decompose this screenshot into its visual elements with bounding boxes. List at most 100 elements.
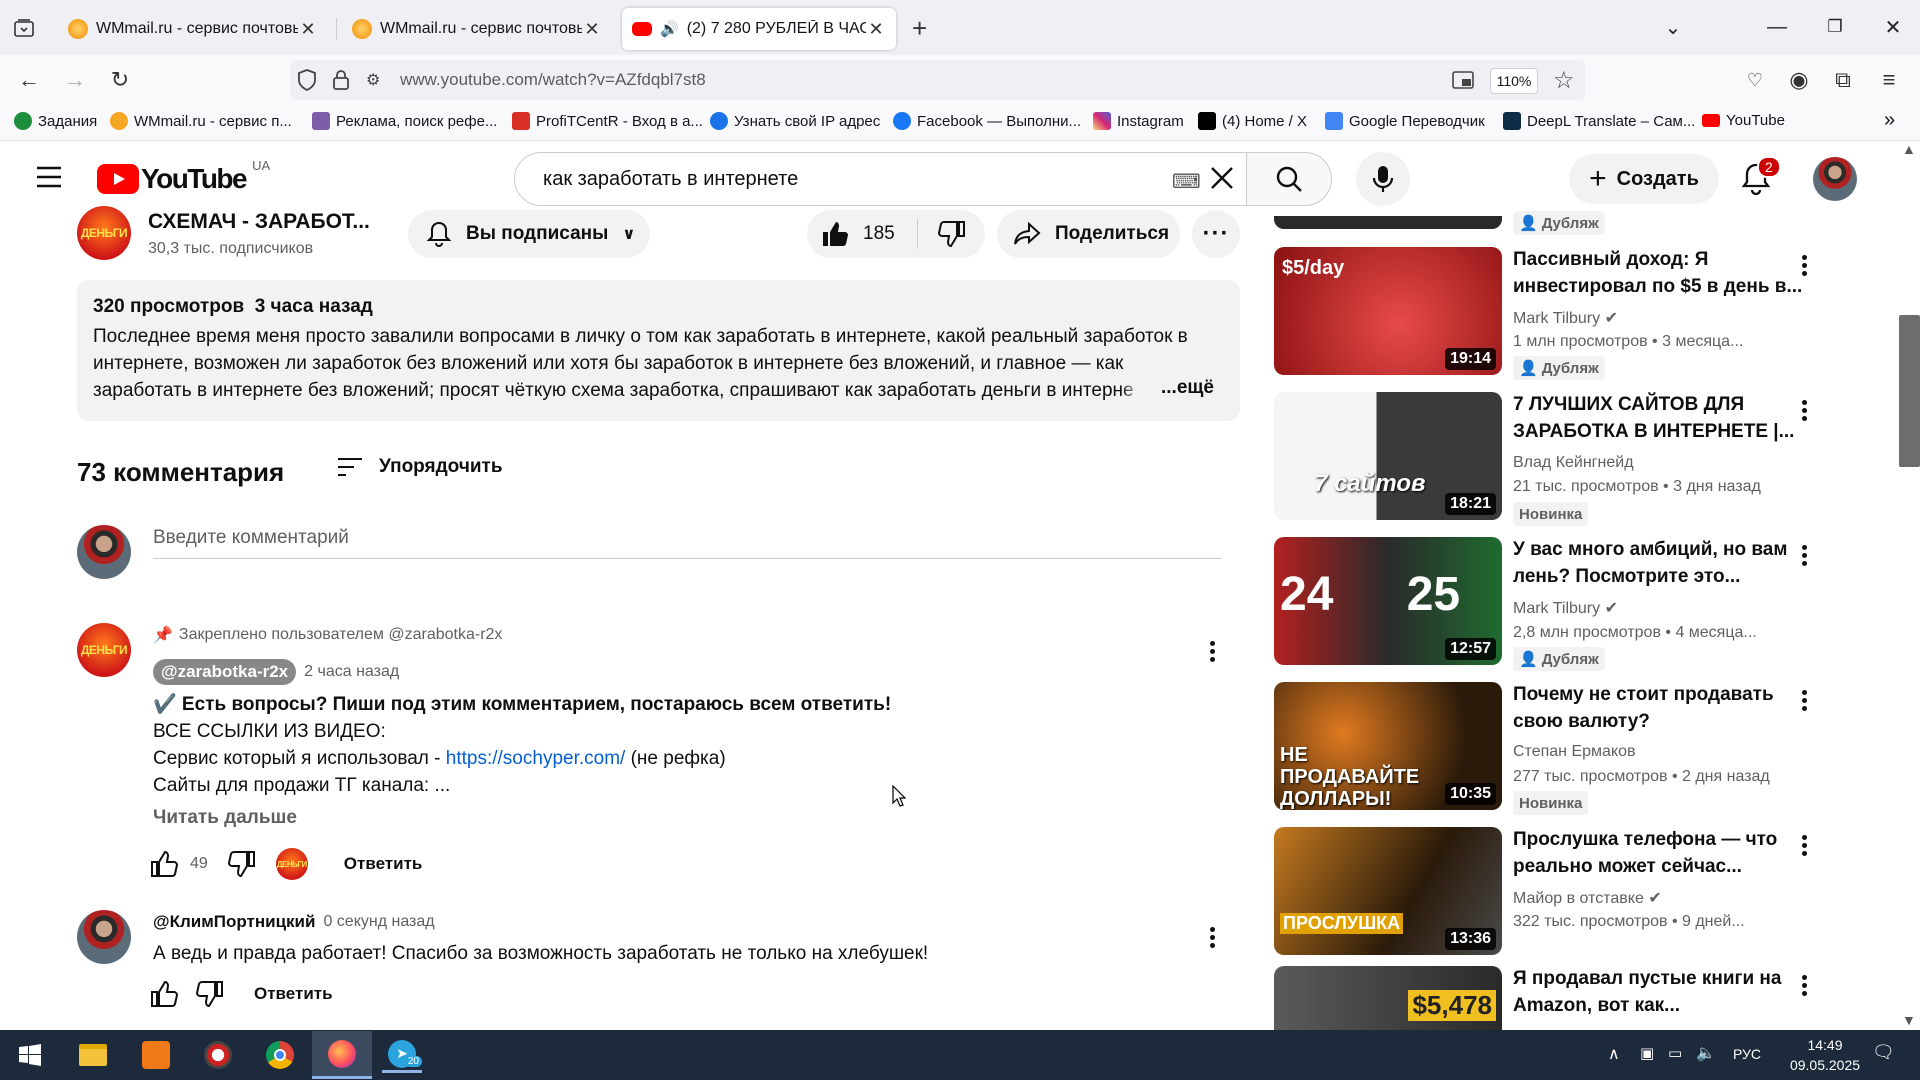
show-more-link[interactable]: ...ещё (1120, 377, 1214, 399)
search-button[interactable] (1246, 152, 1332, 206)
clear-search-icon[interactable] (1208, 164, 1236, 197)
bookmark-item[interactable]: Узнать свой IP адрес (710, 112, 880, 130)
bookmark-item[interactable]: (4) Home / X (1198, 112, 1307, 130)
read-more-link[interactable]: Читать дальше (153, 807, 297, 829)
speaker-icon[interactable]: 🔊 (660, 20, 679, 38)
url-text[interactable]: www.youtube.com/watch?v=AZfdqbl7st8 (400, 70, 706, 90)
video-menu-icon[interactable] (1802, 972, 1808, 999)
comment-time[interactable]: 2 часа назад (304, 663, 399, 681)
thumbs-down-icon[interactable] (196, 980, 224, 1008)
video-title[interactable]: Прослушка телефона — что реально может с… (1513, 826, 1803, 880)
notifications-button[interactable]: 2 (1741, 156, 1781, 200)
bookmark-item[interactable]: Google Переводчик (1325, 112, 1485, 130)
bookmark-item[interactable]: DeepL Translate – Сам... (1503, 112, 1695, 130)
comment-menu-icon[interactable] (1210, 924, 1216, 951)
notification-center-icon[interactable]: 🗨 (1872, 1042, 1895, 1063)
previous-thumb-bottom[interactable] (1274, 216, 1502, 229)
close-tab-icon[interactable]: ✕ (298, 19, 318, 40)
thumbs-up-icon[interactable] (150, 850, 178, 878)
more-actions-button[interactable]: ··· (1192, 210, 1240, 258)
back-icon[interactable]: ← (12, 63, 46, 97)
share-button[interactable]: Поделиться (997, 210, 1180, 258)
firefox-icon[interactable] (312, 1031, 372, 1079)
clock[interactable]: 14:49 09.05.2025 (1780, 1035, 1870, 1075)
comment-menu-icon[interactable] (1210, 638, 1216, 665)
volume-icon[interactable]: 🔈 (1696, 1043, 1716, 1063)
thumbs-up-icon[interactable] (150, 980, 178, 1008)
keyboard-icon[interactable]: ⌨ (1172, 169, 1201, 194)
youtube-logo[interactable]: YouTube UA (97, 158, 270, 195)
video-channel[interactable]: Майор в отставке ✔ (1513, 888, 1662, 908)
video-description[interactable]: 320 просмотров 3 часа назад Последнее вр… (77, 280, 1240, 421)
scrollbar-down-arrow[interactable]: ▼ (1902, 1012, 1916, 1028)
video-title[interactable]: Я продавал пустые книги на Amazon, вот к… (1513, 965, 1803, 1019)
bookmark-item[interactable]: ProfiTCentR - Вход в а... (512, 112, 703, 130)
tab-wmmail-2[interactable]: WMmail.ru - сервис почтовых ✕ (342, 8, 612, 50)
menu-icon[interactable]: ≡ (1872, 63, 1906, 97)
restore-icon[interactable]: ❐ (1812, 8, 1858, 46)
address-bar[interactable]: ⚙ www.youtube.com/watch?v=AZfdqbl7st8 11… (290, 60, 1585, 100)
comment-author[interactable]: @КлимПортницкий (153, 912, 315, 932)
subscribed-button[interactable]: Вы подписаны ∨ (408, 210, 650, 258)
bookmark-item[interactable]: Задания (14, 112, 97, 130)
video-channel[interactable]: Mark Tilbury ✔ (1513, 308, 1618, 328)
comment-author-avatar[interactable] (77, 910, 131, 964)
extensions-icon[interactable]: ⧉ (1826, 63, 1860, 97)
forward-icon[interactable]: → (58, 63, 92, 97)
shield-icon[interactable] (296, 68, 318, 97)
tab-list-icon[interactable] (10, 14, 38, 42)
search-box[interactable]: как заработать в интернете ⌨ (514, 152, 1247, 206)
network-icon[interactable]: ▭ (1668, 1044, 1682, 1062)
video-thumbnail[interactable]: 24 25 12:57 (1274, 537, 1502, 665)
sort-comments-button[interactable]: Упорядочить (337, 456, 503, 478)
tab-wmmail-1[interactable]: WMmail.ru - сервис почтовых ✕ (58, 8, 328, 50)
video-menu-icon[interactable] (1802, 832, 1808, 859)
permissions-icon[interactable]: ⚙ (366, 70, 380, 90)
create-button[interactable]: + Создать (1569, 154, 1719, 204)
minimize-icon[interactable]: — (1754, 8, 1800, 46)
tab-youtube-active[interactable]: 🔊 (2) 7 280 РУБЛЕЙ В ЧАС = ✕ (622, 8, 896, 50)
reload-icon[interactable]: ↻ (103, 63, 137, 97)
thumbs-down-icon[interactable] (227, 850, 256, 878)
zoom-level[interactable]: 110% (1490, 68, 1538, 94)
bookmark-item[interactable]: WMmail.ru - сервис п... (110, 112, 292, 130)
show-hidden-icons[interactable]: ∧ (1608, 1044, 1620, 1064)
video-thumbnail[interactable]: ПРОСЛУШКА 13:36 (1274, 827, 1502, 955)
chrome-icon[interactable] (260, 1037, 300, 1073)
file-explorer-icon[interactable] (73, 1037, 113, 1073)
voice-search-button[interactable] (1356, 152, 1410, 206)
opera-like-app-icon[interactable] (198, 1037, 238, 1073)
tray-app-icon[interactable]: ▣ (1640, 1044, 1654, 1062)
video-menu-icon[interactable] (1802, 687, 1808, 714)
bookmark-item[interactable]: Facebook — Выполни... (893, 112, 1081, 130)
video-menu-icon[interactable] (1802, 542, 1808, 569)
video-thumbnail[interactable]: НЕ ПРОДАВАЙТЕ ДОЛЛАРЫ! 10:35 (1274, 682, 1502, 810)
video-title[interactable]: Почему не стоит продавать свою валюту? (1513, 681, 1803, 735)
comment-time[interactable]: 0 секунд назад (323, 913, 434, 931)
video-menu-icon[interactable] (1802, 252, 1808, 279)
comment-author-avatar[interactable]: ДЕНЬГИ (77, 623, 131, 677)
dislike-button[interactable] (937, 220, 966, 248)
account-avatar[interactable] (1813, 157, 1857, 201)
guide-menu-icon[interactable] (36, 166, 62, 193)
video-thumbnail[interactable]: $5/day 19:14 (1274, 247, 1502, 375)
video-thumbnail[interactable]: $5,478 (1274, 966, 1502, 1030)
more-bookmarks-icon[interactable]: » (1884, 109, 1895, 132)
account-icon[interactable]: ◉ (1782, 63, 1816, 97)
video-thumbnail[interactable]: 7 сайтов 18:21 (1274, 392, 1502, 520)
video-channel[interactable]: Влад Кейнгнейд (1513, 454, 1634, 472)
video-title[interactable]: 7 ЛУЧШИХ САЙТОВ ДЛЯ ЗАРАБОТКА В ИНТЕРНЕТ… (1513, 391, 1803, 445)
close-tab-icon[interactable]: ✕ (866, 19, 886, 40)
lock-icon[interactable] (332, 69, 350, 96)
telegram-icon[interactable]: ➤ 20 (382, 1037, 422, 1073)
channel-name[interactable]: СХЕМАЧ - ЗАРАБОТ... (148, 210, 370, 234)
video-menu-icon[interactable] (1802, 397, 1808, 424)
scrollbar-up-arrow[interactable]: ▲ (1902, 141, 1916, 157)
input-language[interactable]: РУС (1733, 1046, 1761, 1062)
scrollbar-thumb[interactable] (1899, 315, 1920, 467)
video-title[interactable]: У вас много амбиций, но вам лень? Посмот… (1513, 536, 1803, 590)
bookmark-item[interactable]: Реклама, поиск рефе... (312, 112, 497, 130)
pocket-icon[interactable]: ♡ (1738, 63, 1772, 97)
comment-author-chip[interactable]: @zarabotka-r2x (153, 659, 297, 685)
reply-button[interactable]: Ответить (254, 984, 333, 1004)
